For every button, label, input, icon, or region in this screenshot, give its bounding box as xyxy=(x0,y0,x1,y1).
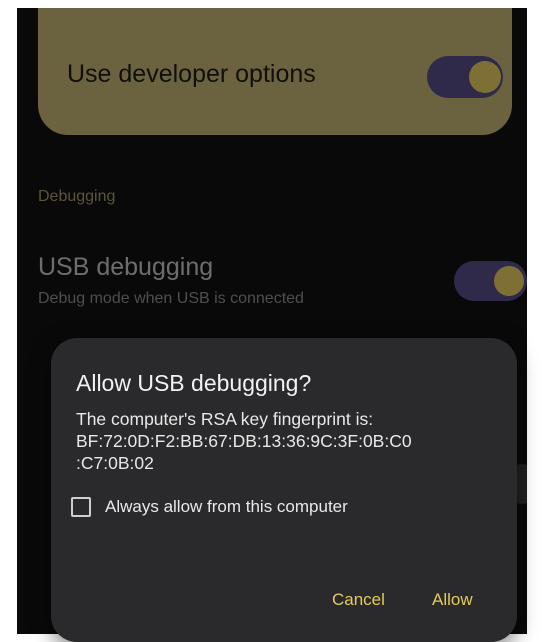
rsa-fingerprint-line-1: BF:72:0D:F2:BB:67:DB:13:36:9C:3F:0B:C0 xyxy=(76,431,412,451)
rsa-fingerprint-line-2: :C7:0B:02 xyxy=(76,453,154,473)
always-allow-checkbox[interactable] xyxy=(71,497,91,517)
dialog-body: The computer's RSA key fingerprint is: B… xyxy=(76,408,506,474)
allow-usb-debugging-dialog: Allow USB debugging? The computer's RSA … xyxy=(51,338,517,642)
dialog-title: Allow USB debugging? xyxy=(76,370,312,396)
cancel-button[interactable]: Cancel xyxy=(332,590,385,610)
allow-button[interactable]: Allow xyxy=(432,590,473,610)
always-allow-row[interactable]: Always allow from this computer xyxy=(71,497,348,517)
always-allow-label: Always allow from this computer xyxy=(105,497,348,516)
dialog-body-text: The computer's RSA key fingerprint is: xyxy=(76,409,374,429)
